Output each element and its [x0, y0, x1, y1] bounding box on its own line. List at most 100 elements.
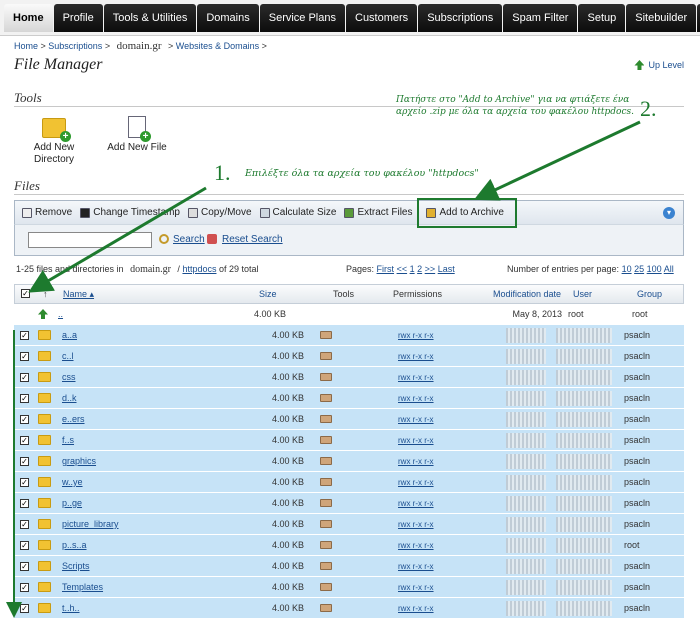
name-column[interactable]: Name ▴ — [59, 284, 255, 304]
table-row[interactable]: ✓ c..l 4.00 KB rwx r-x r-x psacln — [14, 346, 684, 367]
sort-column[interactable]: ↑ — [39, 284, 59, 304]
breadcrumb-websites[interactable]: Websites & Domains — [176, 41, 259, 51]
nav-tab-service-plans[interactable]: Service Plans — [259, 4, 345, 32]
table-row[interactable]: ✓ p..ge 4.00 KB rwx r-x r-x psacln — [14, 493, 684, 514]
add-to-archive-button[interactable]: Add to Archive — [423, 203, 506, 223]
nav-tab-subscriptions[interactable]: Subscriptions — [418, 4, 503, 32]
reset-search-link[interactable]: Reset Search — [222, 234, 283, 245]
nav-tab-home[interactable]: Home — [4, 4, 53, 32]
file-name[interactable]: p..s..a — [58, 540, 254, 550]
file-name[interactable]: p..ge — [58, 498, 254, 508]
httpdocs-link[interactable]: httpdocs — [182, 264, 216, 274]
edit-tool-icon[interactable] — [320, 457, 332, 465]
edit-tool-icon[interactable] — [320, 373, 332, 381]
file-name[interactable]: a..a — [58, 330, 254, 340]
table-row[interactable]: ✓ e..ers 4.00 KB rwx r-x r-x psacln — [14, 409, 684, 430]
search-input[interactable] — [28, 232, 152, 248]
breadcrumb-home[interactable]: Home — [14, 41, 38, 51]
permissions-link[interactable]: rwx r-x r-x — [398, 331, 434, 340]
calculate-size-button[interactable]: Calculate Size — [257, 203, 340, 223]
file-name[interactable]: c..l — [58, 351, 254, 361]
table-row[interactable]: ✓ w..ye 4.00 KB rwx r-x r-x psacln — [14, 472, 684, 493]
extract-files-button[interactable]: Extract Files — [341, 203, 415, 223]
prev-page-link[interactable]: << — [397, 264, 408, 274]
table-row[interactable]: ✓ a..a 4.00 KB rwx r-x r-x psacln — [14, 325, 684, 346]
row-checkbox[interactable]: ✓ — [20, 330, 29, 340]
edit-tool-icon[interactable] — [320, 415, 332, 423]
next-page-link[interactable]: >> — [425, 264, 436, 274]
up-level-link[interactable]: Up Level — [634, 60, 684, 70]
search-link[interactable]: Search — [173, 234, 205, 245]
table-row[interactable]: ✓ p..s..a 4.00 KB rwx r-x r-x root — [14, 535, 684, 556]
file-name[interactable]: t..h.. — [58, 603, 254, 613]
permissions-link[interactable]: rwx r-x r-x — [398, 394, 434, 403]
table-row[interactable]: ✓ t..h.. 4.00 KB rwx r-x r-x psacln — [14, 598, 684, 619]
permissions-link[interactable]: rwx r-x r-x — [398, 604, 434, 613]
row-checkbox[interactable]: ✓ — [20, 477, 29, 487]
table-row[interactable]: ✓ Templates 4.00 KB rwx r-x r-x psacln — [14, 577, 684, 598]
edit-tool-icon[interactable] — [320, 541, 332, 549]
row-checkbox[interactable]: ✓ — [20, 414, 29, 424]
row-checkbox[interactable]: ✓ — [20, 456, 29, 466]
first-page-link[interactable]: First — [377, 264, 395, 274]
file-name[interactable]: w..ye — [58, 477, 254, 487]
edit-tool-icon[interactable] — [320, 562, 332, 570]
entries-10-link[interactable]: 10 — [622, 264, 632, 274]
edit-tool-icon[interactable] — [320, 583, 332, 591]
add-new-file-button[interactable]: + Add New File — [104, 116, 170, 154]
last-page-link[interactable]: Last — [438, 264, 455, 274]
copy-move-button[interactable]: Copy/Move — [185, 203, 255, 223]
page-1-link[interactable]: 1 — [410, 264, 415, 274]
permissions-link[interactable]: rwx r-x r-x — [398, 520, 434, 529]
parent-name[interactable]: .. — [58, 309, 254, 319]
parent-directory-row[interactable]: .. 4.00 KB May 8, 2013 root root — [14, 304, 684, 325]
file-name[interactable]: css — [58, 372, 254, 382]
user-column[interactable]: User — [569, 284, 633, 304]
edit-tool-icon[interactable] — [320, 520, 332, 528]
edit-tool-icon[interactable] — [320, 331, 332, 339]
size-column[interactable]: Size — [255, 284, 329, 304]
edit-tool-icon[interactable] — [320, 604, 332, 612]
nav-tab-profile[interactable]: Profile — [53, 4, 103, 32]
permissions-link[interactable]: rwx r-x r-x — [398, 436, 434, 445]
permissions-link[interactable]: rwx r-x r-x — [398, 583, 434, 592]
row-checkbox[interactable]: ✓ — [20, 393, 29, 403]
edit-tool-icon[interactable] — [320, 478, 332, 486]
file-name[interactable]: Scripts — [58, 561, 254, 571]
permissions-link[interactable]: rwx r-x r-x — [398, 478, 434, 487]
page-2-link[interactable]: 2 — [417, 264, 422, 274]
file-name[interactable]: Templates — [58, 582, 254, 592]
file-name[interactable]: e..ers — [58, 414, 254, 424]
permissions-link[interactable]: rwx r-x r-x — [398, 562, 434, 571]
row-checkbox[interactable]: ✓ — [20, 603, 29, 613]
nav-tab-tools-utilities[interactable]: Tools & Utilities — [103, 4, 197, 32]
edit-tool-icon[interactable] — [320, 394, 332, 402]
permissions-link[interactable]: rwx r-x r-x — [398, 373, 434, 382]
permissions-link[interactable]: rwx r-x r-x — [398, 352, 434, 361]
group-column[interactable]: Group — [633, 284, 683, 304]
table-row[interactable]: ✓ picture_library 4.00 KB rwx r-x r-x psacln — [14, 514, 684, 535]
edit-tool-icon[interactable] — [320, 352, 332, 360]
edit-tool-icon[interactable] — [320, 499, 332, 507]
file-name[interactable]: picture_library — [58, 519, 254, 529]
row-checkbox[interactable]: ✓ — [20, 372, 29, 382]
row-checkbox[interactable]: ✓ — [20, 498, 29, 508]
row-checkbox[interactable]: ✓ — [20, 561, 29, 571]
permissions-link[interactable]: rwx r-x r-x — [398, 457, 434, 466]
nav-tab-customers[interactable]: Customers — [346, 4, 418, 32]
file-name[interactable]: graphics — [58, 456, 254, 466]
table-row[interactable]: ✓ f..s 4.00 KB rwx r-x r-x psacln — [14, 430, 684, 451]
nav-tab-domains[interactable]: Domains — [197, 4, 259, 32]
row-checkbox[interactable]: ✓ — [20, 540, 29, 550]
remove-button[interactable]: Remove — [19, 203, 75, 223]
file-name[interactable]: f..s — [58, 435, 254, 445]
entries-25-link[interactable]: 25 — [634, 264, 644, 274]
file-name[interactable]: d..k — [58, 393, 254, 403]
table-row[interactable]: ✓ Scripts 4.00 KB rwx r-x r-x psacln — [14, 556, 684, 577]
table-row[interactable]: ✓ d..k 4.00 KB rwx r-x r-x psacln — [14, 388, 684, 409]
permissions-link[interactable]: rwx r-x r-x — [398, 541, 434, 550]
table-row[interactable]: ✓ css 4.00 KB rwx r-x r-x psacln — [14, 367, 684, 388]
breadcrumb-subscriptions[interactable]: Subscriptions — [48, 41, 102, 51]
select-all-checkbox[interactable]: ✓ — [21, 289, 30, 298]
row-checkbox[interactable]: ✓ — [20, 351, 29, 361]
